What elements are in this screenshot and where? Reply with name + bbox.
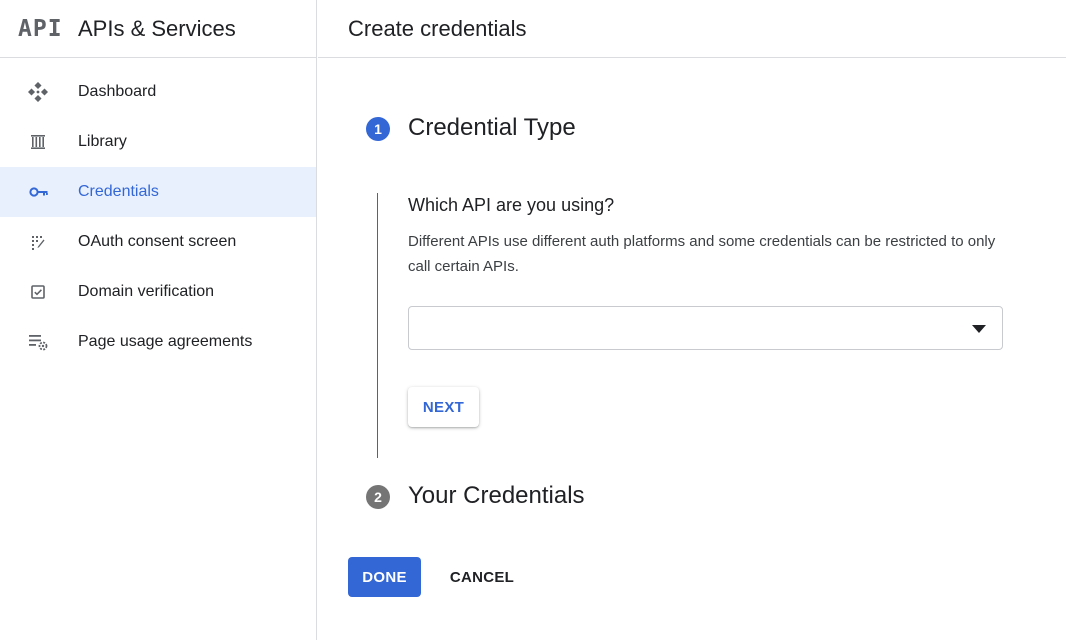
sidebar-item-label: OAuth consent screen: [78, 233, 237, 250]
page-title: Create credentials: [348, 15, 527, 41]
dashboard-icon: [0, 82, 78, 102]
sidebar-item-library[interactable]: Library: [0, 117, 316, 167]
api-question-helptext: Different APIs use different auth platfo…: [408, 233, 996, 275]
step-connector-line: [377, 193, 378, 458]
done-button[interactable]: DONE: [348, 557, 421, 597]
sidebar-item-label: Domain verification: [78, 283, 215, 300]
step-2-badge: 2: [366, 485, 390, 509]
api-logo[interactable]: API: [18, 16, 78, 42]
sidebar-item-credentials[interactable]: Credentials: [0, 167, 316, 217]
sidebar-item-label: Credentials: [78, 183, 159, 200]
library-icon: [0, 132, 78, 152]
step-1-badge: 1: [366, 117, 390, 141]
sidebar-item-page-usage[interactable]: Page usage agreements: [0, 317, 316, 367]
api-select-dropdown[interactable]: [408, 306, 1003, 350]
main-header: Create credentials: [318, 0, 1066, 58]
api-question-label: Which API are you using?: [408, 195, 615, 215]
sidebar-item-domain-verification[interactable]: Domain verification: [0, 267, 316, 317]
sidebar: API APIs & Services Dashboard Library Cr…: [0, 0, 317, 640]
sidebar-item-label: Page usage agreements: [78, 333, 253, 350]
sidebar-item-label: Dashboard: [78, 83, 157, 100]
key-icon: [0, 182, 78, 202]
next-button[interactable]: NEXT: [408, 387, 479, 427]
consent-icon: [0, 232, 78, 252]
dropdown-arrow-icon: [972, 325, 986, 333]
step-1-title: Credential Type: [408, 114, 576, 141]
checkbox-icon: [0, 282, 78, 302]
step-2-title: Your Credentials: [408, 482, 585, 509]
sidebar-nav: Dashboard Library Credentials OAuth cons…: [0, 58, 316, 367]
product-title[interactable]: APIs & Services: [78, 16, 236, 42]
sidebar-item-oauth-consent[interactable]: OAuth consent screen: [0, 217, 316, 267]
sidebar-item-dashboard[interactable]: Dashboard: [0, 67, 316, 117]
sidebar-header: API APIs & Services: [0, 0, 316, 58]
cancel-button[interactable]: CANCEL: [437, 557, 527, 597]
sidebar-item-label: Library: [78, 133, 127, 150]
settings-list-icon: [0, 332, 78, 352]
